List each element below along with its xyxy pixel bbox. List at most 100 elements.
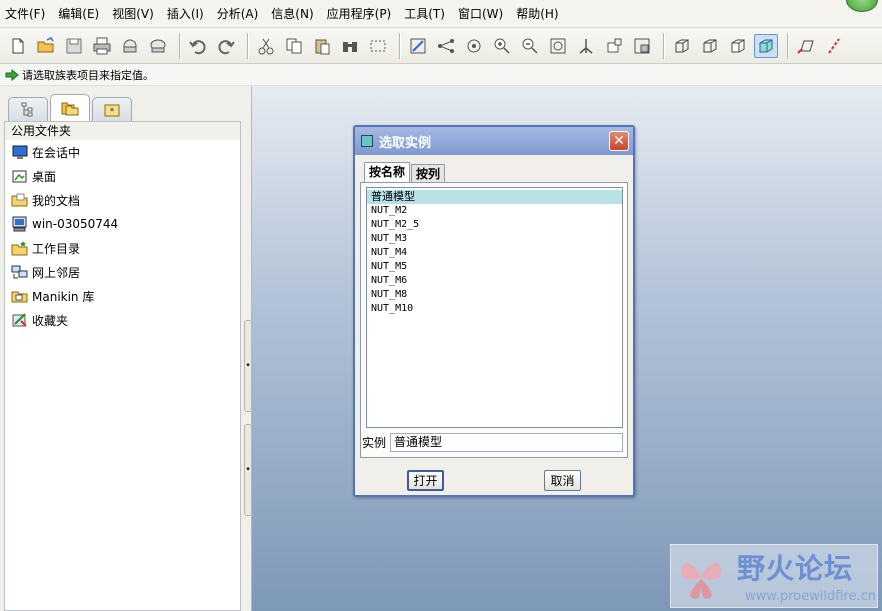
no-hidden-icon[interactable] <box>726 34 750 58</box>
dialog-tab-content: 普通模型 NUT_M2 NUT_M2_5 NUT_M3 NUT_M4 NUT_M… <box>360 182 628 458</box>
dialog-app-icon <box>361 135 373 147</box>
folder-browser-icon <box>61 102 79 116</box>
tab-by-name[interactable]: 按名称 <box>364 162 411 183</box>
saved-views-icon[interactable] <box>602 34 626 58</box>
folder-item-label: 工作目录 <box>32 241 81 256</box>
status-orb-icon <box>846 0 878 12</box>
tab-folder-browser[interactable] <box>50 94 90 121</box>
redo-icon[interactable] <box>214 34 238 58</box>
list-item[interactable]: NUT_M6 <box>367 274 622 288</box>
folder-item-manikin-library[interactable]: Manikin 库 <box>5 284 240 308</box>
forum-watermark: 野火论坛 www.proewildfire.cn <box>670 544 878 608</box>
arrow-right-icon <box>5 68 19 81</box>
datum-axis-display-icon[interactable] <box>822 34 846 58</box>
view-orientation-icon[interactable] <box>574 34 598 58</box>
main-toolbar <box>0 28 882 64</box>
folder-item-computer[interactable]: win-03050744 <box>5 212 240 236</box>
splitter-handle-bottom[interactable]: • <box>244 424 252 516</box>
menu-insert[interactable]: 插入(I) <box>167 5 204 22</box>
tab-by-column[interactable]: 按列 <box>411 164 446 183</box>
open-folder-icon[interactable] <box>34 34 58 58</box>
folder-item-label: 收藏夹 <box>32 313 69 328</box>
splitter-handle-top[interactable]: • <box>244 320 252 412</box>
toolbar-separator <box>663 32 665 59</box>
menu-info[interactable]: 信息(N) <box>271 5 313 22</box>
select-instance-dialog: 选取实例 ✕ 按名称 按列 普通模型 NUT_M2 NUT_M2_5 NUT_M… <box>353 125 635 497</box>
zoom-in-icon[interactable] <box>490 34 514 58</box>
folder-item-label: 网上邻居 <box>32 265 81 280</box>
list-item[interactable]: NUT_M2 <box>367 204 622 218</box>
list-item[interactable]: NUT_M10 <box>367 302 622 316</box>
folder-item-label: 桌面 <box>32 169 57 184</box>
datum-axis-icon[interactable] <box>434 34 458 58</box>
menu-applications[interactable]: 应用程序(P) <box>327 5 392 22</box>
shading-icon[interactable] <box>754 33 778 58</box>
network-icon <box>11 264 29 280</box>
spin-icon[interactable] <box>462 34 486 58</box>
folder-item-favorites[interactable]: 收藏夹 <box>5 308 240 332</box>
folder-item-label: win-03050744 <box>32 217 119 231</box>
send-mail-icon[interactable] <box>118 34 142 58</box>
svg-text:*: * <box>110 107 115 117</box>
open-button[interactable]: 打开 <box>407 470 444 491</box>
message-area: 请选取族表项目来指定值。 <box>0 64 882 86</box>
list-item[interactable]: 普通模型 <box>367 190 622 204</box>
regenerate-icon[interactable] <box>406 34 430 58</box>
instance-list[interactable]: 普通模型 NUT_M2 NUT_M2_5 NUT_M3 NUT_M4 NUT_M… <box>366 187 623 428</box>
refit-icon[interactable] <box>546 34 570 58</box>
computer-icon <box>11 216 29 232</box>
toolbar-separator <box>247 32 249 59</box>
list-item[interactable]: NUT_M3 <box>367 232 622 246</box>
zoom-out-icon[interactable] <box>518 34 542 58</box>
layers-icon[interactable] <box>630 34 654 58</box>
wireframe-icon[interactable] <box>670 34 694 58</box>
list-item[interactable]: NUT_M4 <box>367 246 622 260</box>
message-text: 请选取族表项目来指定值。 <box>22 68 154 82</box>
cancel-button[interactable]: 取消 <box>544 470 581 491</box>
folder-item-in-session[interactable]: 在会话中 <box>5 140 240 164</box>
dialog-tabs: 按名称 按列 <box>364 162 446 183</box>
forum-url: www.proewildfire.cn <box>745 589 876 604</box>
datum-plane-icon[interactable] <box>794 34 818 58</box>
close-icon[interactable]: ✕ <box>609 131 629 151</box>
toolbar-separator <box>787 32 789 59</box>
copy-icon[interactable] <box>282 34 306 58</box>
folder-item-my-documents[interactable]: 我的文档 <box>5 188 240 212</box>
navigator-tabs: * <box>8 94 134 122</box>
dialog-title-bar[interactable]: 选取实例 <box>355 127 633 155</box>
folder-item-label: 在会话中 <box>32 145 81 160</box>
menu-edit[interactable]: 编辑(E) <box>58 5 99 22</box>
binoculars-icon[interactable] <box>338 34 362 58</box>
hidden-line-icon[interactable] <box>698 34 722 58</box>
menu-file[interactable]: 文件(F) <box>5 5 45 22</box>
folder-item-desktop[interactable]: 桌面 <box>5 164 240 188</box>
menu-window[interactable]: 窗口(W) <box>458 5 503 22</box>
select-box-icon[interactable] <box>366 34 390 58</box>
menu-tools[interactable]: 工具(T) <box>404 5 445 22</box>
save-icon[interactable] <box>62 34 86 58</box>
navigator-panel: * 公用文件夹 在会话中 桌面 我的文档 win-03050744 工作目录 网… <box>0 86 252 611</box>
menu-view[interactable]: 视图(V) <box>112 5 154 22</box>
undo-icon[interactable] <box>186 34 210 58</box>
print-icon[interactable] <box>90 34 114 58</box>
tab-favorites[interactable]: * <box>92 97 132 121</box>
working-folder-icon <box>11 240 29 256</box>
instance-input[interactable]: 普通模型 <box>390 432 624 452</box>
print-preview-icon[interactable] <box>146 34 170 58</box>
list-item[interactable]: NUT_M2_5 <box>367 218 622 232</box>
cut-icon[interactable] <box>254 34 278 58</box>
tab-model-tree[interactable] <box>8 97 48 121</box>
butterfly-logo-icon <box>680 563 722 599</box>
list-item[interactable]: NUT_M5 <box>367 260 622 274</box>
forum-brand: 野火论坛 <box>737 552 854 585</box>
folder-item-working-directory[interactable]: 工作目录 <box>5 236 240 260</box>
folder-item-network[interactable]: 网上邻居 <box>5 260 240 284</box>
list-item[interactable]: NUT_M8 <box>367 288 622 302</box>
paste-icon[interactable] <box>310 34 334 58</box>
menu-help[interactable]: 帮助(H) <box>516 5 558 22</box>
documents-folder-icon <box>11 192 29 208</box>
menu-analysis[interactable]: 分析(A) <box>217 5 259 22</box>
favorites-tab-icon: * <box>104 104 120 117</box>
folder-section-title: 公用文件夹 <box>5 122 240 140</box>
new-file-icon[interactable] <box>6 34 30 58</box>
